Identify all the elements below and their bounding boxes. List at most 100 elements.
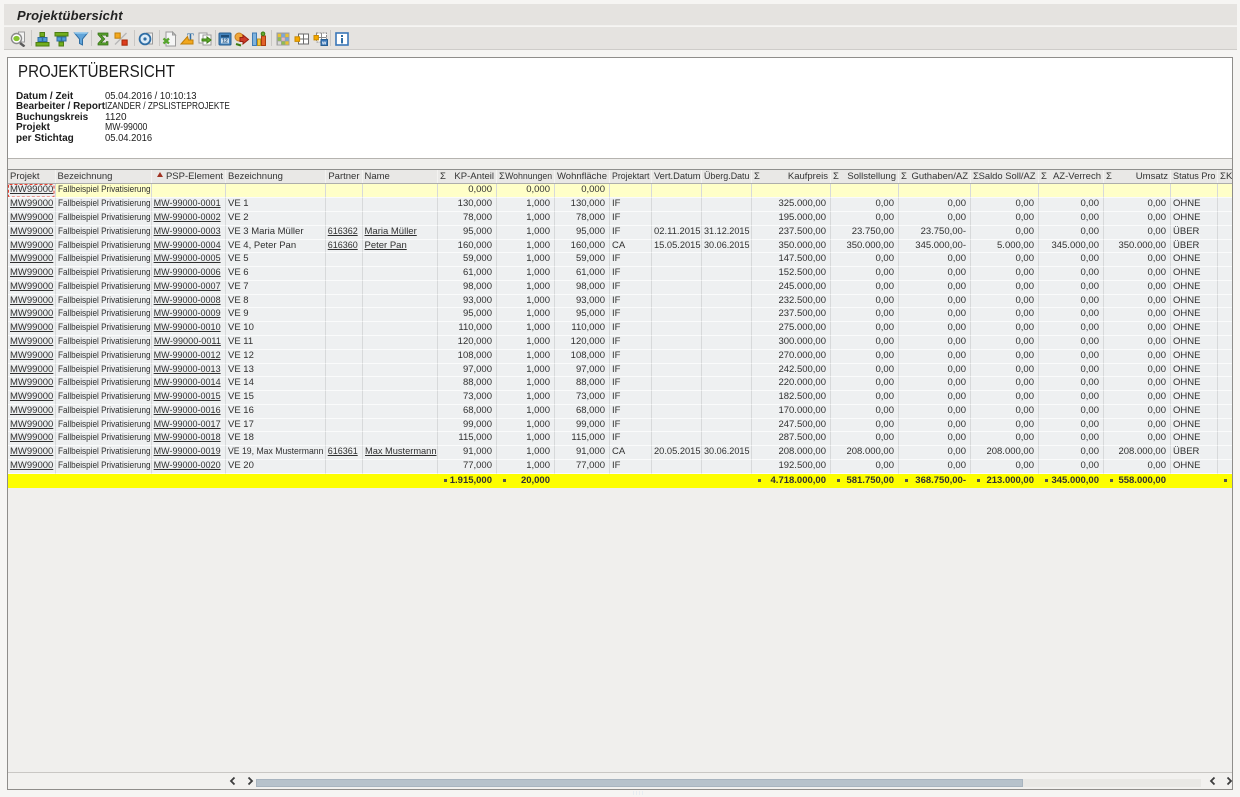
cell-link[interactable]: Maria Müller xyxy=(365,226,417,239)
cell-link[interactable]: MW-99000-0018 xyxy=(154,432,221,445)
grid-row-9[interactable]: MW99000Fallbeispiel PrivatisierungMW-990… xyxy=(8,308,1232,322)
grid-row-18[interactable]: MW99000Fallbeispiel PrivatisierungMW-990… xyxy=(8,432,1232,446)
cell-link[interactable]: MW99000 xyxy=(10,391,53,404)
column-header-umsatz[interactable]: ΣUmsatz xyxy=(1104,170,1171,183)
cell-link[interactable]: 616360 xyxy=(328,240,358,253)
cell-link[interactable]: MW-99000-0005 xyxy=(154,253,221,266)
cell-link[interactable]: MW99000 xyxy=(10,253,53,266)
grid-row-16[interactable]: MW99000Fallbeispiel PrivatisierungMW-990… xyxy=(8,405,1232,419)
toolbar-button-abc-analysis[interactable] xyxy=(233,30,251,48)
column-header-kaufpreis[interactable]: ΣKaufpreis xyxy=(752,170,831,183)
column-header-az_verrech[interactable]: ΣAZ-Verrech xyxy=(1039,170,1104,183)
grid-row-2[interactable]: MW99000Fallbeispiel PrivatisierungMW-990… xyxy=(8,212,1232,226)
cell-link[interactable]: MW99000 xyxy=(10,350,53,363)
grid-row-7[interactable]: MW99000Fallbeispiel PrivatisierungMW-990… xyxy=(8,281,1232,295)
cell-link[interactable]: MW99000 xyxy=(10,419,53,432)
grid-row-19[interactable]: MW99000Fallbeispiel PrivatisierungMW-990… xyxy=(8,446,1232,460)
grid-row-14[interactable]: MW99000Fallbeispiel PrivatisierungMW-990… xyxy=(8,377,1232,391)
cell-link[interactable]: MW-99000-0009 xyxy=(154,308,221,321)
cell-link[interactable]: MW99000 xyxy=(10,281,53,294)
toolbar-button-info[interactable] xyxy=(333,30,351,48)
cell-link[interactable]: MW99000 xyxy=(10,446,53,459)
cell-link[interactable]: MW-99000-0013 xyxy=(154,364,221,377)
toolbar-button-word-processing[interactable]: 12 xyxy=(216,30,234,48)
grid-row-8[interactable]: MW99000Fallbeispiel PrivatisierungMW-990… xyxy=(8,295,1232,309)
grid-row-3[interactable]: MW99000Fallbeispiel PrivatisierungMW-990… xyxy=(8,226,1232,240)
cell-link[interactable]: MW-99000-0007 xyxy=(154,281,221,294)
cell-link[interactable]: MW-99000-0011 xyxy=(154,336,221,349)
column-header-bezeichnung2[interactable]: Bezeichnung xyxy=(226,170,326,183)
column-header-projekt[interactable]: Projekt xyxy=(8,170,56,183)
cell-link[interactable]: MW-99000-0020 xyxy=(154,460,221,473)
column-header-vert_datum[interactable]: Vert.Datum xyxy=(652,170,703,183)
column-header-projektart[interactable]: Projektart xyxy=(610,170,652,183)
scrollbar-thumb[interactable] xyxy=(256,779,1023,787)
toolbar-button-sort-ascending[interactable] xyxy=(34,30,52,48)
cell-link[interactable]: MW-99000-0001 xyxy=(154,198,221,211)
toolbar-button-details[interactable] xyxy=(9,30,27,48)
grid-row-5[interactable]: MW99000Fallbeispiel PrivatisierungMW-990… xyxy=(8,253,1232,267)
scroll-left-button-far[interactable] xyxy=(1208,776,1218,786)
scroll-right-button-far[interactable] xyxy=(1224,776,1234,786)
column-header-ueberg_datum[interactable]: Überg.Datu xyxy=(702,170,752,183)
scrollbar-track[interactable] xyxy=(256,779,1201,787)
toolbar-button-local-file[interactable] xyxy=(161,30,179,48)
column-header-saldo_soll_az[interactable]: ΣSaldo Soll/AZ xyxy=(971,170,1039,183)
cell-link[interactable]: MW-99000-0003 xyxy=(154,226,221,239)
column-header-name[interactable]: Name xyxy=(363,170,439,183)
cell-link[interactable]: MW99000 xyxy=(10,460,53,473)
toolbar-button-subtotal[interactable] xyxy=(112,30,130,48)
cell-link[interactable]: MW-99000-0006 xyxy=(154,267,221,280)
grid-row-20[interactable]: MW99000Fallbeispiel PrivatisierungMW-990… xyxy=(8,460,1232,474)
column-header-wohnungen[interactable]: ΣWohnungen xyxy=(497,170,555,183)
column-header-wohnflaeche[interactable]: Wohnfläche xyxy=(555,170,610,183)
cell-link[interactable]: MW-99000-0010 xyxy=(154,322,221,335)
cell-link[interactable]: MW99000 xyxy=(10,295,53,308)
toolbar-button-graphic[interactable] xyxy=(250,30,268,48)
cell-link[interactable]: Max Mustermann xyxy=(365,446,436,459)
grid-row-17[interactable]: MW99000Fallbeispiel PrivatisierungMW-990… xyxy=(8,419,1232,433)
scroll-right-button[interactable] xyxy=(245,776,255,786)
column-header-psp_element[interactable]: PSP-Element xyxy=(152,170,226,183)
cell-link[interactable]: MW-99000-0012 xyxy=(154,350,221,363)
cell-link[interactable]: MW-99000-0002 xyxy=(154,212,221,225)
toolbar-button-print-preview[interactable] xyxy=(137,30,155,48)
cell-link[interactable]: MW-99000-0014 xyxy=(154,377,221,390)
cell-link[interactable]: MW-99000-0019 xyxy=(154,446,221,459)
grid-row-6[interactable]: MW99000Fallbeispiel PrivatisierungMW-990… xyxy=(8,267,1232,281)
column-header-guthaben_az[interactable]: ΣGuthaben/AZ xyxy=(899,170,971,183)
grid-row-15[interactable]: MW99000Fallbeispiel PrivatisierungMW-990… xyxy=(8,391,1232,405)
cell-link[interactable]: MW99000 xyxy=(10,184,53,197)
cell-link[interactable]: 616362 xyxy=(328,226,358,239)
cell-link[interactable]: MW-99000-0004 xyxy=(154,240,221,253)
toolbar-button-sort-descending[interactable] xyxy=(53,30,71,48)
cell-link[interactable]: 616361 xyxy=(328,446,358,459)
toolbar-button-filter[interactable] xyxy=(72,30,90,48)
toolbar-button-total[interactable] xyxy=(94,30,112,48)
cell-link[interactable]: MW99000 xyxy=(10,308,53,321)
scroll-left-button[interactable] xyxy=(228,776,238,786)
toolbar-button-change-layout[interactable] xyxy=(293,30,311,48)
column-header-partner[interactable]: Partner xyxy=(326,170,363,183)
grid-row-0[interactable]: MW99000Fallbeispiel Privatisierung0,0000… xyxy=(8,184,1232,198)
grid-row-12[interactable]: MW99000Fallbeispiel PrivatisierungMW-990… xyxy=(8,350,1232,364)
cell-link[interactable]: MW99000 xyxy=(10,405,53,418)
cell-link[interactable]: MW99000 xyxy=(10,432,53,445)
cell-link[interactable]: MW99000 xyxy=(10,240,53,253)
cell-link[interactable]: MW-99000-0015 xyxy=(154,391,221,404)
cell-link[interactable]: MW-99000-0017 xyxy=(154,419,221,432)
column-header-status_pro[interactable]: Status Pro xyxy=(1171,170,1218,183)
grid-row-10[interactable]: MW99000Fallbeispiel PrivatisierungMW-990… xyxy=(8,322,1232,336)
toolbar-button-save-layout[interactable]: w xyxy=(312,30,330,48)
toolbar-button-mail-recipient[interactable]: T xyxy=(179,30,197,48)
cell-link[interactable]: MW99000 xyxy=(10,198,53,211)
cell-link[interactable]: MW-99000-0008 xyxy=(154,295,221,308)
toolbar-button-choose-layout[interactable] xyxy=(274,30,292,48)
cell-link[interactable]: MW99000 xyxy=(10,364,53,377)
cell-link[interactable]: MW99000 xyxy=(10,267,53,280)
cell-link[interactable]: MW99000 xyxy=(10,322,53,335)
grid-row-13[interactable]: MW99000Fallbeispiel PrivatisierungMW-990… xyxy=(8,364,1232,378)
grid-row-4[interactable]: MW99000Fallbeispiel PrivatisierungMW-990… xyxy=(8,240,1232,254)
grid-row-11[interactable]: MW99000Fallbeispiel PrivatisierungMW-990… xyxy=(8,336,1232,350)
cell-link[interactable]: MW99000 xyxy=(10,212,53,225)
